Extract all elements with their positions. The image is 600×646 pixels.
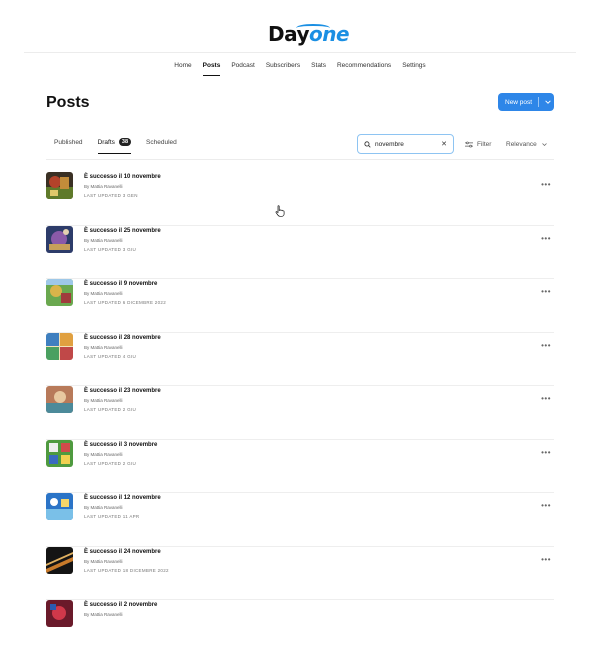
tab-drafts-label: Drafts [97, 138, 115, 146]
main-nav: Home Posts Podcast Subscribers Stats Rec… [24, 62, 576, 76]
post-title[interactable]: È successo il 23 novembre [84, 388, 161, 394]
post-thumbnail [46, 386, 73, 413]
post-last-updated: LAST UPDATED 2 GIU [84, 407, 136, 412]
post-title[interactable]: È successo il 24 novembre [84, 549, 161, 555]
page-title: Posts [46, 94, 90, 111]
nav-subscribers[interactable]: Subscribers [266, 62, 300, 76]
filter-label: Filter [477, 141, 492, 148]
post-row[interactable]: È successo il 3 novembre By Mattia Ravan… [46, 439, 554, 493]
post-status-tabs: Published Drafts 38 Scheduled [54, 138, 177, 154]
drafts-count-badge: 38 [118, 138, 132, 146]
post-author: By Mattia Ravanelli [84, 398, 123, 403]
post-title[interactable]: È successo il 3 novembre [84, 442, 157, 448]
post-thumbnail [46, 172, 73, 199]
post-row[interactable]: È successo il 25 novembre By Mattia Rava… [46, 225, 554, 279]
post-title[interactable]: È successo il 2 novembre [84, 602, 157, 608]
post-author: By Mattia Ravanelli [84, 558, 123, 564]
post-last-updated: LAST UPDATED 6 DICEMBRE 2022 [84, 300, 167, 305]
nav-podcast[interactable]: Podcast [231, 62, 255, 76]
search-box: ✕ [357, 134, 454, 154]
post-author: By Mattia Ravanelli [84, 237, 123, 243]
tabs-divider [46, 159, 554, 160]
post-title[interactable]: È successo il 12 novembre [84, 495, 161, 501]
post-thumbnail [46, 546, 73, 574]
more-options-icon[interactable]: ••• [541, 341, 551, 350]
post-list: È successo il 10 novembre By Mattia Rava… [46, 172, 554, 632]
post-thumbnail [46, 225, 73, 253]
post-last-updated: LAST UPDATED 3 GIU [84, 246, 136, 252]
post-row[interactable]: È successo il 28 novembre By Mattia Rava… [46, 332, 554, 386]
post-author: By Mattia Ravanelli [84, 612, 123, 617]
button-separator [538, 97, 540, 107]
hand-cursor-icon [275, 205, 285, 217]
post-title[interactable]: È successo il 25 novembre [84, 228, 161, 234]
post-thumbnail [46, 279, 73, 306]
dayone-logo[interactable]: Day one [268, 22, 350, 46]
post-thumbnail [46, 493, 73, 520]
tab-drafts[interactable]: Drafts 38 [97, 138, 132, 154]
post-thumbnail [46, 439, 73, 467]
post-title[interactable]: È successo il 28 novembre [84, 335, 161, 341]
sort-dropdown[interactable]: Relevance [506, 141, 547, 148]
nav-stats[interactable]: Stats [311, 62, 326, 76]
sort-label: Relevance [506, 141, 537, 148]
post-last-updated: LAST UPDATED 3 GEN [84, 193, 138, 198]
nav-settings[interactable]: Settings [402, 62, 426, 76]
post-author: By Mattia Ravanelli [84, 184, 123, 189]
tab-scheduled[interactable]: Scheduled [146, 138, 177, 154]
tab-published-label: Published [54, 139, 83, 146]
more-options-icon[interactable]: ••• [541, 287, 551, 296]
post-last-updated: LAST UPDATED 18 DICEMBRE 2022 [84, 567, 169, 573]
nav-recommendations[interactable]: Recommendations [337, 62, 391, 76]
header-divider [24, 52, 576, 53]
post-row[interactable]: È successo il 12 novembre By Mattia Rava… [46, 493, 554, 547]
nav-posts[interactable]: Posts [202, 62, 221, 76]
post-title[interactable]: È successo il 10 novembre [84, 174, 161, 180]
chevron-down-icon[interactable] [545, 99, 551, 105]
post-thumbnail [46, 332, 73, 360]
post-author: By Mattia Ravanelli [84, 451, 123, 457]
chevron-down-icon [541, 143, 547, 147]
post-row[interactable]: È successo il 9 novembre By Mattia Ravan… [46, 279, 554, 333]
post-last-updated: LAST UPDATED 11 APR [84, 514, 140, 519]
tab-published[interactable]: Published [54, 138, 83, 154]
post-thumbnail [46, 600, 73, 627]
post-row[interactable]: È successo il 10 novembre By Mattia Rava… [46, 172, 554, 226]
post-last-updated: LAST UPDATED 2 GIU [84, 460, 136, 466]
clear-search-icon[interactable]: ✕ [441, 140, 447, 148]
logo-swoosh [296, 24, 330, 32]
post-title[interactable]: È successo il 9 novembre [84, 281, 157, 287]
more-options-icon[interactable]: ••• [541, 448, 551, 457]
new-post-label: New post [505, 98, 533, 106]
filter-button[interactable]: Filter [465, 141, 491, 148]
new-post-button[interactable]: New post [498, 93, 554, 111]
search-icon [364, 140, 371, 148]
post-last-updated: LAST UPDATED 4 GIU [84, 353, 136, 359]
more-options-icon[interactable]: ••• [541, 234, 551, 243]
nav-home[interactable]: Home [174, 62, 191, 76]
more-options-icon[interactable]: ••• [541, 501, 551, 510]
more-options-icon[interactable]: ••• [541, 394, 551, 403]
post-author: By Mattia Ravanelli [84, 291, 123, 296]
more-options-icon[interactable]: ••• [541, 555, 551, 564]
post-row[interactable]: È successo il 23 novembre By Mattia Rava… [46, 386, 554, 440]
tab-scheduled-label: Scheduled [146, 139, 177, 146]
filter-icon [465, 141, 473, 148]
more-options-icon[interactable]: ••• [541, 180, 551, 189]
search-input[interactable] [375, 140, 433, 148]
post-row[interactable]: È successo il 24 novembre By Mattia Rava… [46, 546, 554, 600]
post-author: By Mattia Ravanelli [84, 505, 123, 510]
dashboard-frame: Day one Home Posts Podcast Subscribers St… [24, 12, 576, 632]
post-author: By Mattia Ravanelli [84, 344, 123, 350]
post-row[interactable]: È successo il 2 novembre By Mattia Ravan… [46, 600, 554, 632]
